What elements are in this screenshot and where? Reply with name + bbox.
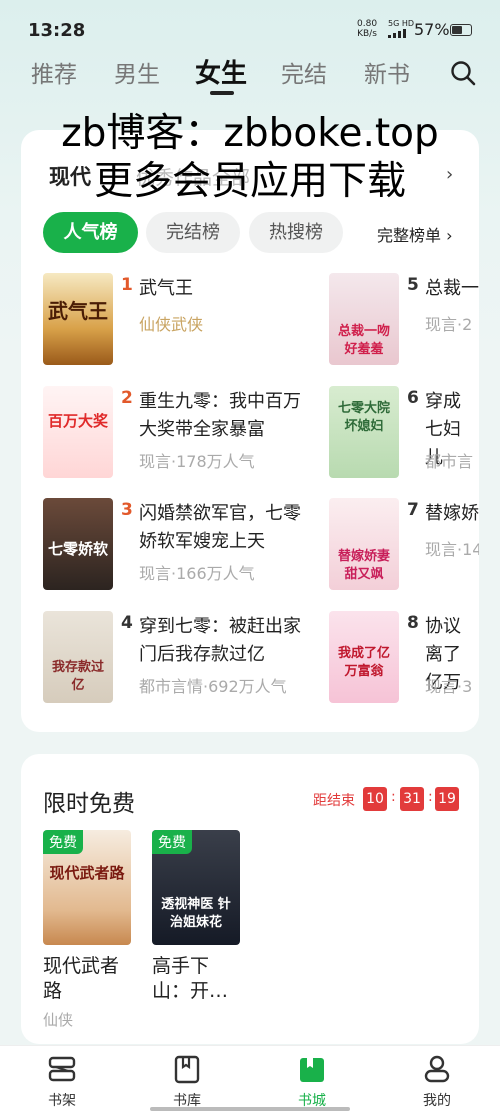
tab-male[interactable]: 男生	[114, 55, 160, 89]
book-title: 替嫁娇	[425, 503, 479, 524]
ranking-book-3[interactable]: 七零娇软 3 闪婚禁欲军官，七零娇软军嫂宠上天 现言·166万人气	[43, 498, 323, 592]
status-time: 13:28	[28, 20, 86, 41]
net-speed: 0.80 KB/s	[357, 19, 378, 39]
free-badge: 免费	[43, 830, 83, 854]
rank-number: 1	[121, 275, 133, 295]
top-tabs: 推荐 男生 女生 完结 新书	[0, 55, 500, 95]
rank-number: 5	[407, 275, 419, 295]
countdown-hours: 10	[363, 787, 387, 811]
book-meta: 现言·166万人气	[139, 564, 255, 583]
ranking-book-2[interactable]: 百万大奖 2 重生九零：我中百万大奖带全家暴富 现言·178万人气	[43, 386, 323, 480]
book-meta: 仙侠武侠	[139, 315, 204, 334]
bookshelf-icon	[48, 1056, 76, 1082]
ranking-book-1[interactable]: 武气王 1 武气王 仙侠武侠	[43, 273, 323, 367]
book-title: 穿到七零：被赶出家门后我存款过亿	[139, 616, 301, 665]
limited-free-card: 限时免费 距结束 10 : 31 : 19 免费 现代武者路 现代武者路 仙侠 …	[21, 754, 479, 1044]
status-bar: 13:28 0.80 KB/s 5G HD 57%	[0, 0, 500, 58]
library-icon	[174, 1055, 200, 1084]
ranking-card: 现代 优秀作品全部 › 人气榜 完结榜 热搜榜 完整榜单 › 武气王 1 武气王…	[21, 130, 479, 732]
limited-free-title: 限时免费	[43, 791, 135, 817]
rank-number: 6	[407, 388, 419, 408]
nav-profile[interactable]: 我的	[397, 1054, 477, 1110]
ranking-book-7[interactable]: 替嫁娇妻甜又飒 7 替嫁娇 现言·14	[329, 498, 479, 592]
countdown-label: 距结束	[313, 793, 355, 809]
ranking-book-6[interactable]: 七零大院坏媳妇 6 穿成七妇儿 都市言	[329, 386, 479, 480]
book-title: 武气王	[139, 278, 193, 299]
tab-recommend[interactable]: 推荐	[31, 55, 77, 89]
book-meta: 都市言	[425, 452, 474, 471]
book-meta: 现言·178万人气	[139, 452, 255, 471]
rank-number: 3	[121, 500, 133, 520]
rank-number: 2	[121, 388, 133, 408]
bottom-nav: 书架 书库 书城 我的	[0, 1045, 500, 1115]
ranking-right-column: 总裁一吻好羞羞 5 总裁一 现言·2 七零大院坏媳妇 6 穿成七妇儿 都市言 替…	[329, 130, 479, 732]
book-cover: 总裁一吻好羞羞	[329, 273, 399, 365]
book-title: 总裁一	[425, 278, 479, 299]
signal-label: 5G HD	[388, 19, 415, 28]
nav-bookshelf[interactable]: 书架	[22, 1054, 102, 1110]
signal-icon	[388, 29, 410, 38]
home-indicator	[150, 1107, 350, 1111]
pill-popular[interactable]: 人气榜	[43, 212, 138, 253]
search-icon[interactable]	[450, 60, 476, 86]
battery-icon	[450, 24, 472, 36]
watermark: zb博客：zbboke.top 更多会员应用下载	[61, 111, 439, 204]
tab-completed[interactable]: 完结	[281, 55, 327, 89]
book-title: 重生九零：我中百万大奖带全家暴富	[139, 391, 301, 440]
book-meta: 现言·2	[425, 315, 473, 334]
book-cover: 百万大奖	[43, 386, 113, 478]
book-cover: 武气王	[43, 273, 113, 365]
book-category: 仙侠	[43, 1011, 74, 1029]
book-cover: 我存款过亿	[43, 611, 113, 703]
book-meta: 现言·3	[425, 677, 473, 696]
countdown-sep: :	[391, 789, 396, 805]
rank-number: 7	[407, 500, 419, 520]
rank-number: 4	[121, 613, 133, 633]
ranking-book-5[interactable]: 总裁一吻好羞羞 5 总裁一 现言·2	[329, 273, 479, 367]
book-title: 闪婚禁欲军官，七零娇软军嫂宠上天	[139, 503, 301, 552]
book-cover: 替嫁娇妻甜又飒	[329, 498, 399, 590]
active-tab-indicator	[210, 91, 234, 95]
book-meta: 现言·14	[425, 540, 479, 559]
countdown-seconds: 19	[435, 787, 459, 811]
ranking-book-4[interactable]: 我存款过亿 4 穿到七零：被赶出家门后我存款过亿 都市言情·692万人气	[43, 611, 323, 705]
bookstore-icon	[300, 1058, 324, 1082]
pill-completed[interactable]: 完结榜	[146, 212, 240, 253]
free-badge: 免费	[152, 830, 192, 854]
tab-new[interactable]: 新书	[364, 55, 410, 89]
book-cover: 我成了亿万富翁	[329, 611, 399, 703]
rank-number: 8	[407, 613, 419, 633]
book-title: 高手下山：开…	[152, 955, 229, 1002]
nav-library[interactable]: 书库	[147, 1054, 227, 1110]
tab-female[interactable]: 女生	[195, 53, 247, 90]
book-cover: 七零大院坏媳妇	[329, 386, 399, 478]
book-meta: 都市言情·692万人气	[139, 677, 287, 696]
countdown-minutes: 31	[400, 787, 424, 811]
book-title: 现代武者路	[43, 955, 120, 1002]
nav-bookstore[interactable]: 书城	[272, 1054, 352, 1110]
profile-icon	[424, 1055, 450, 1083]
book-cover: 七零娇软	[43, 498, 113, 590]
battery-percent: 57%	[414, 20, 450, 39]
ranking-book-8[interactable]: 我成了亿万富翁 8 协议离了亿万 现言·3	[329, 611, 479, 705]
countdown-sep: :	[428, 789, 433, 805]
